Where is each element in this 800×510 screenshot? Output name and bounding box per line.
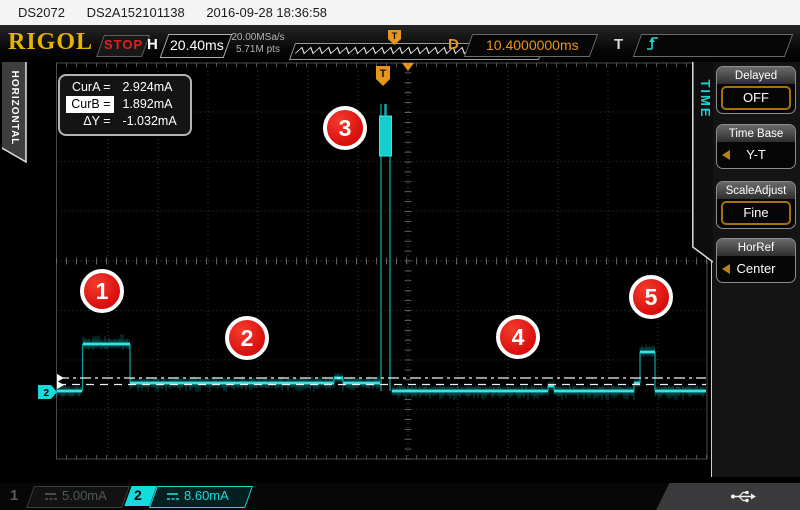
cursor-row-label: CurA = <box>66 79 114 96</box>
ch1-number: 1 <box>10 487 18 504</box>
acquisition-info: 20.00MSa/s 5.71M pts <box>228 32 288 56</box>
svg-text:T: T <box>392 31 398 41</box>
run-state-label: STOP <box>104 37 143 52</box>
annotation-circle-2: 2 <box>225 316 269 360</box>
menu-item-label: Delayed <box>717 67 795 84</box>
cursor-a-marker <box>57 374 64 382</box>
ch2-scale-value: 8.60mA <box>184 488 229 503</box>
menu-sidebar: Delayed OFF Time BaseY-T ScaleAdjust Fine Hor… <box>711 62 800 477</box>
annotation-circle-5: 5 <box>629 275 673 319</box>
datetime: 2016-09-28 18:36:58 <box>206 5 327 20</box>
menu-item-delayed[interactable]: Delayed OFF <box>716 66 796 114</box>
menu-item-time-base[interactable]: Time BaseY-T <box>716 124 796 169</box>
cursor-row-label: ΔY = <box>66 113 114 130</box>
svg-text:T: T <box>380 68 387 80</box>
annotation-circle-3: 3 <box>323 106 367 150</box>
menu-item-horref[interactable]: HorRefCenter <box>716 238 796 283</box>
sample-rate: 20.00MSa/s <box>228 32 288 44</box>
cursor-row-value: -1.032mA <box>119 113 177 130</box>
usb-icon <box>730 490 756 503</box>
horizontal-scale-label: H <box>147 36 158 53</box>
annotation-circle-4: 4 <box>496 315 540 359</box>
cursor-row-label: CurB = <box>66 96 114 113</box>
menu-item-scaleadjust[interactable]: ScaleAdjust Fine <box>716 181 796 229</box>
ch1-dc-coupling-icon <box>44 492 57 502</box>
cursor-row: CurB = 1.892mA <box>66 96 184 113</box>
rising-edge-trigger-icon <box>646 35 660 52</box>
horizontal-tab-label: HORIZONTAL <box>8 63 20 153</box>
menu-item-value[interactable]: Y-T <box>717 142 795 168</box>
delay-value: 10.4000000ms <box>486 37 579 53</box>
status-header: RIGOL STOP H 20.40ms 20.00MSa/s 5.71M pt… <box>0 25 800 62</box>
menu-item-label: HorRef <box>717 239 795 256</box>
rigol-logo: RIGOL <box>8 29 93 56</box>
ch1-scale-value: 5.00mA <box>62 488 107 503</box>
status-corner-panel: 18:36 <box>650 483 800 510</box>
cursor-row: ΔY = -1.032mA <box>66 113 184 130</box>
ch2-number: 2 <box>134 487 142 503</box>
cursor-row: CurA = 2.924mA <box>66 79 184 96</box>
waveform-display[interactable]: 2T CurA = 2.924mACurB = 1.892mAΔY = -1.0… <box>0 62 711 483</box>
menu-item-value[interactable]: OFF <box>721 86 791 110</box>
trigger-label: T <box>614 36 623 53</box>
horizontal-center-marker <box>402 63 414 71</box>
delay-label: D <box>448 36 459 53</box>
system-info-bar: DS2072 DS2A152101138 2016-09-28 18:36:58 <box>0 0 800 25</box>
preview-trigger-marker-icon[interactable]: T <box>386 29 404 47</box>
memory-depth: 5.71M pts <box>228 44 288 56</box>
model-name: DS2072 <box>18 5 65 20</box>
timebase-value: 20.40ms <box>170 37 224 53</box>
menu-item-value[interactable]: Fine <box>721 201 791 225</box>
oscilloscope-screen: DS2072 DS2A152101138 2016-09-28 18:36:58… <box>0 0 800 510</box>
menu-item-value[interactable]: Center <box>717 256 795 282</box>
time-tab-label: TIME <box>699 74 713 124</box>
cursor-row-value: 1.892mA <box>119 96 173 113</box>
channel-status-bar: 1 5.00mA 2 8.60mA 18:36 <box>0 483 800 510</box>
cursor-readout-box[interactable]: CurA = 2.924mACurB = 1.892mAΔY = -1.032m… <box>58 74 192 136</box>
serial-number: DS2A152101138 <box>87 5 185 20</box>
cursor-row-value: 2.924mA <box>119 79 173 96</box>
menu-item-label: ScaleAdjust <box>717 182 795 199</box>
svg-text:2: 2 <box>44 388 50 399</box>
ch2-dc-coupling-icon <box>166 492 179 502</box>
annotation-circle-1: 1 <box>80 269 124 313</box>
menu-item-label: Time Base <box>717 125 795 142</box>
